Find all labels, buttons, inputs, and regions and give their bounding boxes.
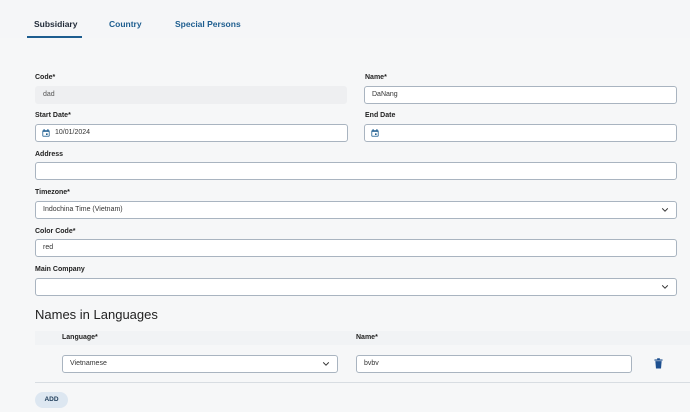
calendar-icon[interactable] xyxy=(42,129,50,137)
main-company-label: Main Company xyxy=(35,266,85,273)
section-title: Names in Languages xyxy=(35,307,158,322)
timezone-select[interactable]: Indochina Time (Vietnam) xyxy=(35,201,677,219)
tab-country[interactable]: Country xyxy=(109,19,142,29)
table-row-divider xyxy=(35,382,690,383)
language-select[interactable]: Vietnamese xyxy=(62,355,338,373)
color-code-field[interactable]: red xyxy=(35,239,677,257)
end-date-label: End Date xyxy=(365,112,396,119)
name-field[interactable]: DaNang xyxy=(364,86,677,104)
language-name-value: bvbv xyxy=(364,360,379,367)
name-value: DaNang xyxy=(372,91,398,98)
column-header-language: Language* xyxy=(62,334,98,341)
timezone-label: Timezone* xyxy=(35,189,70,196)
tab-subsidiary[interactable]: Subsidiary xyxy=(34,19,77,29)
table-header: Language* Name* xyxy=(35,331,690,345)
color-code-value: red xyxy=(43,244,54,251)
code-field: dad xyxy=(35,86,347,104)
language-value: Vietnamese xyxy=(70,360,107,367)
code-value: dad xyxy=(43,91,55,98)
tab-bar: Subsidiary Country Special Persons xyxy=(0,0,690,39)
timezone-value: Indochina Time (Vietnam) xyxy=(43,206,123,213)
start-date-label: Start Date* xyxy=(35,112,71,119)
name-label: Name* xyxy=(365,74,387,81)
tab-special-persons[interactable]: Special Persons xyxy=(175,19,241,29)
start-date-field[interactable]: 10/01/2024 xyxy=(35,124,348,142)
end-date-field[interactable] xyxy=(364,124,677,142)
chevron-down-icon xyxy=(661,208,669,212)
color-code-label: Color Code* xyxy=(35,228,76,235)
code-label: Code* xyxy=(35,74,56,81)
chevron-down-icon xyxy=(322,362,330,366)
trash-icon[interactable] xyxy=(654,358,663,369)
language-name-field[interactable]: bvbv xyxy=(356,355,632,373)
start-date-value: 10/01/2024 xyxy=(55,129,91,136)
main-company-select[interactable] xyxy=(35,278,677,296)
chevron-down-icon xyxy=(661,285,669,289)
address-label: Address xyxy=(35,151,64,158)
add-button[interactable]: ADD xyxy=(35,392,68,408)
calendar-icon[interactable] xyxy=(371,129,379,137)
column-header-name: Name* xyxy=(356,334,378,341)
address-field[interactable] xyxy=(35,162,677,180)
